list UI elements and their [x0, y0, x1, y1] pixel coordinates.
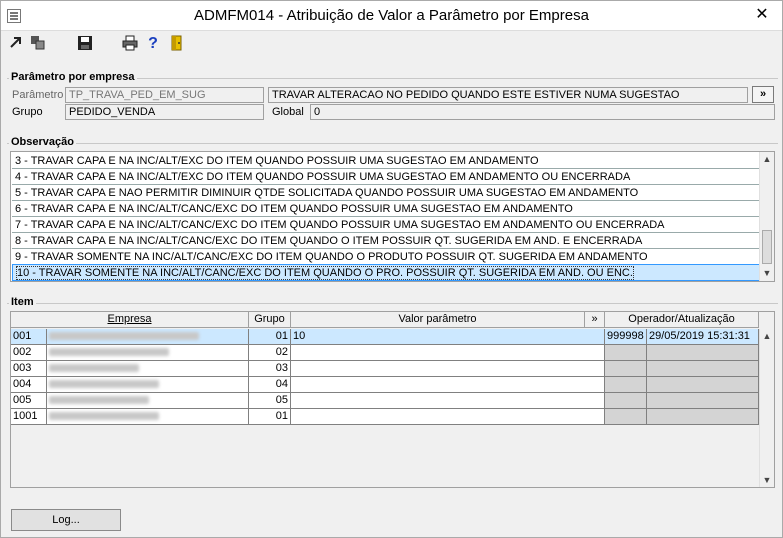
cell-grupo[interactable]: 03 — [249, 361, 291, 377]
observacao-item[interactable]: 5 - TRAVAR CAPA E NAO PERMITIR DIMINUIR … — [12, 185, 760, 201]
cell-empresa-redacted[interactable] — [47, 345, 249, 361]
cell-grupo[interactable]: 05 — [249, 393, 291, 409]
cell-valor[interactable] — [291, 377, 605, 393]
cell-operador — [605, 345, 647, 361]
cell-grupo[interactable]: 04 — [249, 377, 291, 393]
item-grid: Empresa Grupo Valor parâmetro » Operador… — [10, 311, 775, 488]
observacao-list[interactable]: 3 - TRAVAR CAPA E NA INC/ALT/EXC DO ITEM… — [10, 151, 775, 282]
observacao-scrollbar[interactable]: ▲ ▼ — [759, 152, 774, 281]
cell-empresa-redacted[interactable] — [47, 393, 249, 409]
cell-valor[interactable] — [291, 409, 605, 425]
toolbar: ? — [1, 32, 782, 56]
save-icon[interactable] — [76, 35, 94, 53]
cell-atualizacao — [647, 361, 759, 377]
header-grupo[interactable]: Grupo — [249, 312, 291, 328]
grupo-field[interactable]: PEDIDO_VENDA — [65, 104, 264, 120]
print-icon[interactable] — [121, 35, 139, 53]
observacao-item[interactable]: 7 - TRAVAR CAPA E NA INC/ALT/CANC/EXC DO… — [12, 217, 760, 233]
log-button[interactable]: Log... — [11, 509, 121, 531]
cell-valor[interactable] — [291, 345, 605, 361]
cell-atualizacao — [647, 377, 759, 393]
redacted-text — [49, 332, 199, 340]
redacted-text — [49, 348, 169, 356]
cell-empresa-redacted[interactable] — [47, 361, 249, 377]
parametro-group-label: Parâmetro por empresa — [9, 71, 137, 83]
observacao-group-label: Observação — [9, 136, 76, 148]
cell-operador — [605, 393, 647, 409]
main-window: ADMFM014 - Atribuição de Valor a Parâmet… — [0, 0, 783, 538]
cell-codigo[interactable]: 001 — [11, 329, 47, 345]
scroll-up-icon[interactable]: ▲ — [760, 152, 774, 166]
cell-valor[interactable]: 10 — [291, 329, 605, 345]
scroll-down-icon[interactable]: ▼ — [760, 473, 774, 487]
exit-icon[interactable] — [7, 35, 25, 53]
header-operador[interactable]: Operador/Atualização — [605, 312, 759, 328]
cell-codigo[interactable]: 005 — [11, 393, 47, 409]
redacted-text — [49, 364, 139, 372]
global-label: Global — [272, 106, 304, 118]
close-button[interactable]: ✕ — [754, 6, 770, 24]
observacao-item-selected[interactable]: 10 - TRAVAR SOMENTE NA INC/ALT/CANC/EXC … — [12, 264, 760, 281]
cell-operador — [605, 377, 647, 393]
window-title: ADMFM014 - Atribuição de Valor a Parâmet… — [194, 7, 589, 24]
header-empresa-label: Empresa — [107, 313, 152, 325]
observacao-item[interactable]: 4 - TRAVAR CAPA E NA INC/ALT/EXC DO ITEM… — [12, 169, 760, 185]
door-icon[interactable] — [167, 35, 185, 53]
observacao-item[interactable]: 8 - TRAVAR CAPA E NA INC/ALT/CANC/EXC DO… — [12, 233, 760, 249]
cell-grupo[interactable]: 01 — [249, 329, 291, 345]
cell-codigo[interactable]: 004 — [11, 377, 47, 393]
cell-codigo[interactable]: 1001 — [11, 409, 47, 425]
cell-empresa-redacted[interactable] — [47, 377, 249, 393]
cell-atualizacao — [647, 393, 759, 409]
title-bar: ADMFM014 - Atribuição de Valor a Parâmet… — [1, 1, 782, 31]
observacao-item[interactable]: 6 - TRAVAR CAPA E NA INC/ALT/CANC/EXC DO… — [12, 201, 760, 217]
cell-grupo[interactable]: 02 — [249, 345, 291, 361]
global-field[interactable]: 0 — [310, 104, 775, 120]
header-valor[interactable]: Valor parâmetro — [291, 312, 585, 328]
cell-operador — [605, 361, 647, 377]
cell-operador — [605, 409, 647, 425]
parametro-field[interactable]: TP_TRAVA_PED_EM_SUG — [65, 87, 264, 103]
cell-operador[interactable]: 999998 — [605, 329, 647, 345]
parametro-descricao-field[interactable]: TRAVAR ALTERACAO NO PEDIDO QUANDO ESTE E… — [268, 87, 748, 103]
observacao-item[interactable]: 9 - TRAVAR SOMENTE NA INC/ALT/CANC/EXC D… — [12, 249, 760, 265]
cell-grupo[interactable]: 01 — [249, 409, 291, 425]
cell-codigo[interactable]: 002 — [11, 345, 47, 361]
cell-atualizacao — [647, 409, 759, 425]
header-expand-button[interactable]: » — [585, 312, 605, 328]
cell-empresa-redacted[interactable] — [47, 329, 249, 345]
redacted-text — [49, 412, 159, 420]
cell-valor[interactable] — [291, 361, 605, 377]
redacted-text — [49, 396, 149, 404]
observacao-item[interactable]: 3 - TRAVAR CAPA E NA INC/ALT/EXC DO ITEM… — [12, 153, 760, 169]
observacao-selected-text: 10 - TRAVAR SOMENTE NA INC/ALT/CANC/EXC … — [16, 266, 634, 280]
redacted-text — [49, 380, 159, 388]
cell-empresa-redacted[interactable] — [47, 409, 249, 425]
expand-descricao-button[interactable]: » — [752, 86, 774, 103]
item-scrollbar[interactable]: ▲ ▼ — [759, 329, 774, 487]
header-empresa[interactable]: Empresa — [11, 312, 249, 328]
cell-atualizacao — [647, 345, 759, 361]
help-icon[interactable]: ? — [144, 35, 162, 53]
cell-valor[interactable] — [291, 393, 605, 409]
scroll-down-icon[interactable]: ▼ — [760, 266, 774, 280]
copy-icon[interactable] — [29, 35, 47, 53]
cell-atualizacao[interactable]: 29/05/2019 15:31:31 — [647, 329, 759, 345]
grupo-label: Grupo — [12, 106, 43, 118]
cell-codigo[interactable]: 003 — [11, 361, 47, 377]
scroll-up-icon[interactable]: ▲ — [760, 329, 774, 343]
item-group-label: Item — [9, 296, 36, 308]
parametro-label: Parâmetro — [12, 89, 64, 101]
scroll-thumb[interactable] — [762, 230, 772, 264]
